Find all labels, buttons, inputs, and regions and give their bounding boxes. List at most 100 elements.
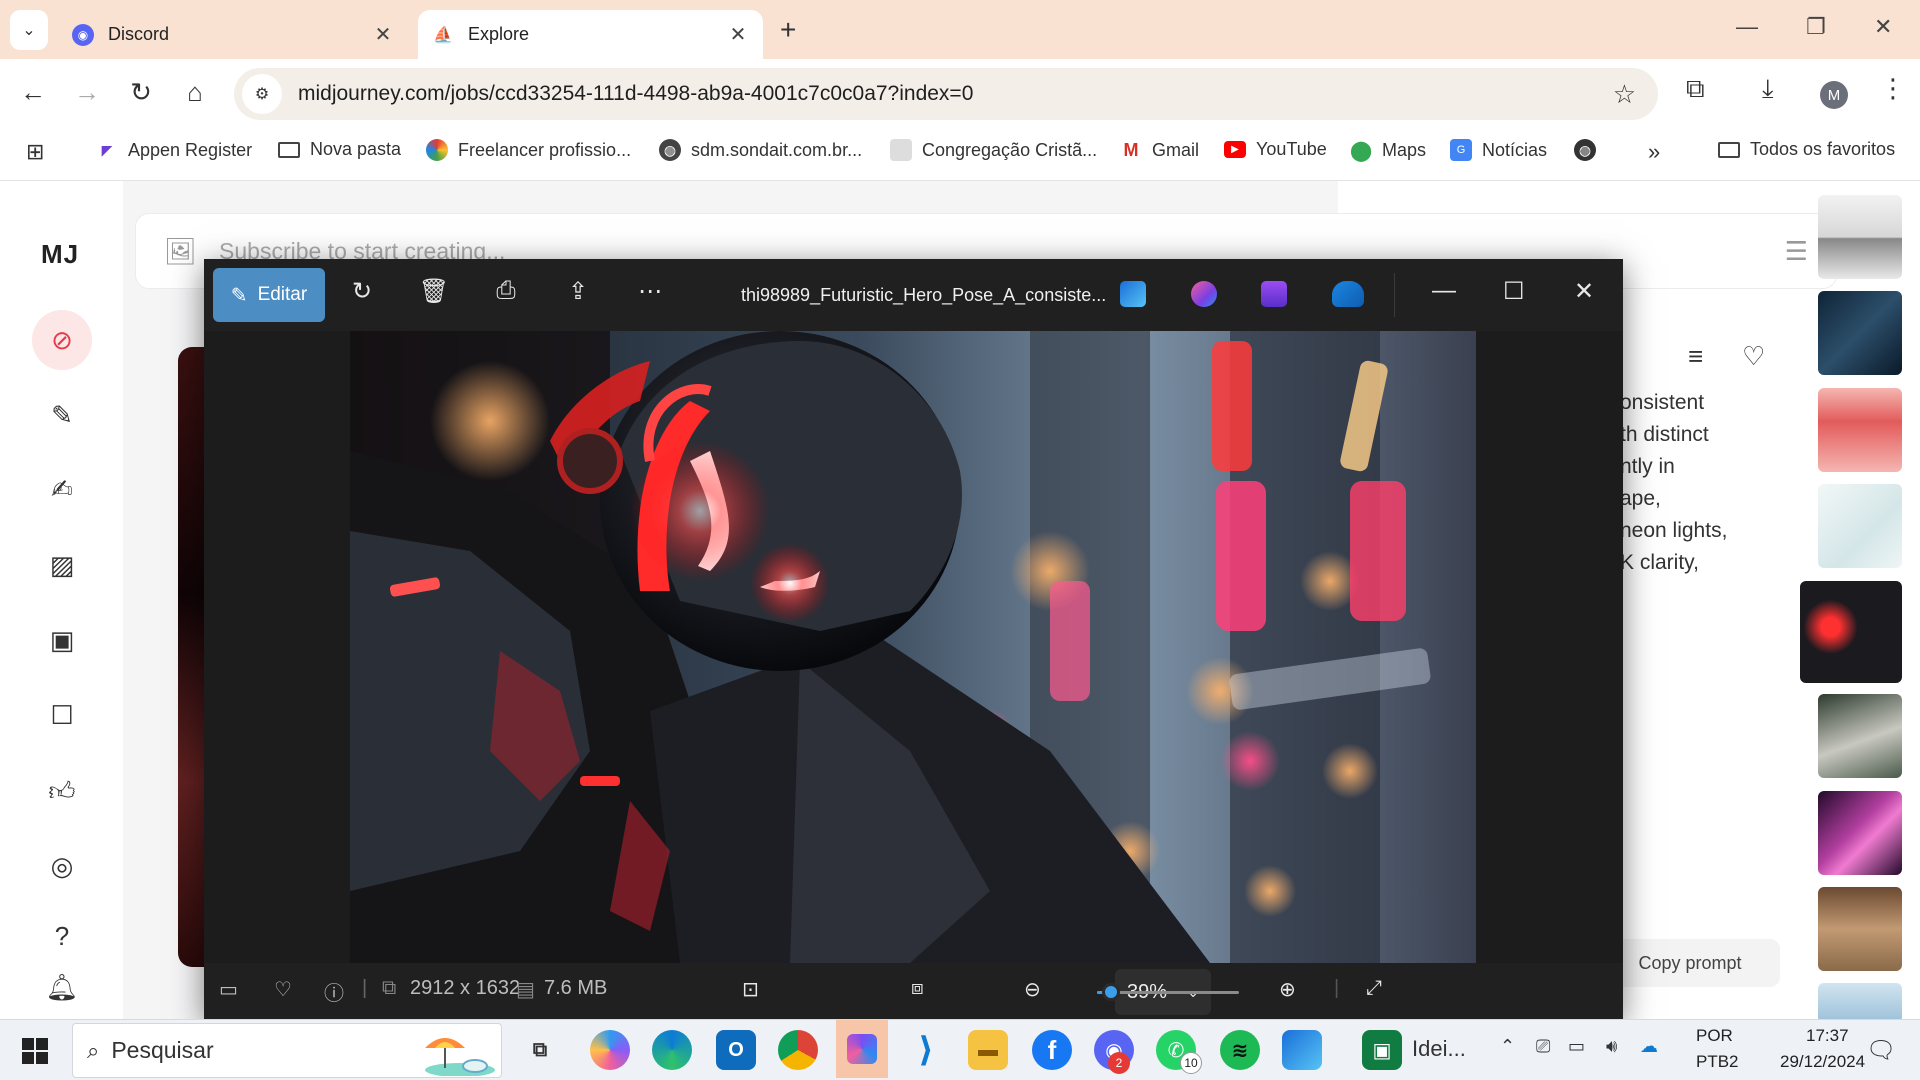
spotify-icon[interactable]: ≋ [1220,1030,1260,1070]
chevron-up-icon[interactable]: ⌃ [1500,1036,1515,1057]
more-bookmarks-icon[interactable]: » [1648,139,1660,165]
rotate-icon[interactable]: ↻ [345,277,379,306]
info-icon[interactable]: ⓘ [324,977,344,1006]
minimize-icon[interactable]: — [1432,277,1456,305]
edit-button[interactable]: ✎ Editar [213,268,325,322]
photos-taskbar-active[interactable] [836,1020,888,1078]
file-explorer-icon[interactable]: ▬ [968,1030,1008,1070]
actual-size-icon[interactable]: ⧈ [911,977,924,1000]
heart-icon[interactable]: ♡ [1742,341,1765,372]
battery-icon[interactable]: ▭ [1568,1036,1585,1057]
url-text[interactable]: midjourney.com/jobs/ccd33254-111d-4498-a… [298,82,1613,106]
bookmark-appen[interactable]: ◤ Appen Register [96,139,252,161]
thumbnail[interactable] [1818,291,1902,375]
filmstrip-icon[interactable]: ▭ [219,977,238,1002]
thumbnail[interactable] [1818,484,1902,568]
vscode-icon[interactable]: ⟩ [906,1030,946,1070]
copy-prompt-button[interactable]: Copy prompt [1600,939,1780,987]
more-menu-icon[interactable]: ⋮ [1880,73,1906,104]
likes-icon[interactable]: 👍︎ [42,771,82,811]
menu-lines-icon[interactable]: ≡ [1688,341,1703,372]
explore-compass-icon[interactable]: ⊘ [32,310,92,370]
zoom-slider[interactable] [1097,983,1239,1001]
thumbnail-selected[interactable] [1800,581,1902,683]
home-icon[interactable]: ⌂ [178,77,212,108]
bookmark-globe[interactable]: ◍ [1574,139,1606,161]
chat-icon[interactable]: ☐ [42,695,82,735]
image-upload-icon[interactable]: 🖼︎ [164,236,197,267]
favorite-heart-icon[interactable]: ♡ [274,977,292,1002]
thumbnail[interactable] [1818,388,1902,472]
clock-date[interactable]: 29/12/2024 [1780,1052,1865,1072]
bookmark-star-icon[interactable]: ☆ [1613,79,1636,110]
notifications-icon[interactable]: 🗨︎ [1866,1036,1896,1065]
bookmark-youtube[interactable]: ▶ YouTube [1224,139,1327,160]
mj-logo[interactable]: MJ [41,239,79,270]
bookmark-noticias[interactable]: G Notícias [1450,139,1547,161]
video-editor-icon[interactable] [1261,281,1287,307]
clipchamp-icon[interactable] [1191,281,1217,307]
thumbnail[interactable] [1818,791,1902,875]
maximize-icon[interactable]: ☐ [1503,277,1525,306]
restore-icon[interactable]: ❐ [1806,14,1826,40]
bookmark-freelancer[interactable]: Freelancer profissio... [426,139,631,161]
chrome-icon[interactable] [778,1030,818,1070]
bell-icon[interactable]: 🔔︎ [42,967,82,1007]
forward-icon[interactable]: → [70,77,104,108]
fullscreen-icon[interactable]: ⤢ [1366,977,1382,1000]
photos-app-icon[interactable] [1120,281,1146,307]
clock-time[interactable]: 17:37 [1806,1026,1849,1046]
taskbar-search[interactable]: ⌕ Pesquisar [72,1023,502,1078]
tab-discord[interactable]: ◉ Discord ✕ [58,10,408,59]
settings-sliders-icon[interactable]: ☰ [1785,236,1808,267]
help-icon[interactable]: ? [42,916,82,956]
close-icon[interactable]: ✕ [1574,277,1594,306]
bookmark-gmail[interactable]: M Gmail [1120,139,1200,161]
gallery-icon[interactable]: ▣ [42,620,82,660]
bookmark-maps[interactable]: ⬤ Maps [1350,139,1426,162]
start-windows-icon[interactable] [22,1038,48,1064]
zoom-in-icon[interactable]: ⊕ [1279,977,1296,1002]
more-options-icon[interactable]: ⋯ [633,277,667,306]
onedrive-off-icon[interactable] [1332,281,1364,307]
meet-icon[interactable]: ⎚ [1536,1036,1550,1057]
all-bookmarks[interactable]: Todos os favoritos [1718,139,1895,160]
bookmark-sdm[interactable]: ◍ sdm.sondait.com.br... [659,139,862,161]
create-brush-icon[interactable]: ✎ [42,395,82,435]
volume-icon[interactable]: 🔊︎ [1606,1036,1617,1057]
profile-icon[interactable]: ◎ [42,846,82,886]
scan-text-icon[interactable]: ⊡ [742,977,759,1002]
facebook-icon[interactable]: f [1032,1030,1072,1070]
edit-icon[interactable]: ✍ [42,469,82,509]
profile-avatar[interactable]: M [1820,81,1848,109]
back-icon[interactable]: ← [16,77,50,108]
outlook-icon[interactable]: O [716,1030,756,1070]
thumbnail[interactable] [1818,195,1902,279]
download-icon[interactable]: ⤓ [1762,73,1774,105]
edge-icon[interactable] [652,1030,692,1070]
displayed-image[interactable] [350,331,1476,963]
share-icon[interactable]: ⇪ [561,277,595,306]
close-window-icon[interactable]: ✕ [1874,14,1892,40]
thumbnail[interactable] [1818,983,1902,1023]
onedrive-icon[interactable]: ☁ [1640,1036,1658,1057]
minimize-icon[interactable]: — [1736,14,1758,40]
close-icon[interactable]: ✕ [727,22,749,47]
excel-icon[interactable]: ▣ [1362,1030,1402,1070]
tab-explore[interactable]: ⛵ Explore ✕ [418,10,763,59]
keyboard-layout[interactable]: PTB2 [1696,1052,1739,1072]
delete-icon[interactable]: 🗑︎ [417,277,451,306]
thumbnail[interactable] [1818,887,1902,971]
pinned-window-label[interactable]: Idei... [1412,1036,1466,1062]
apps-grid-icon[interactable]: ⊞ [26,139,44,165]
new-tab-button[interactable]: + [780,14,796,46]
site-info-icon[interactable]: ⚙ [242,74,282,114]
thumbnail[interactable] [1818,694,1902,778]
extensions-icon[interactable]: ⧉ [1686,73,1705,105]
language-indicator[interactable]: POR [1696,1026,1733,1046]
bookmark-nova-pasta[interactable]: Nova pasta [278,139,401,160]
bookmark-congregacao[interactable]: Congregação Cristã... [890,139,1097,161]
photos-legacy-icon[interactable] [1282,1030,1322,1070]
reload-icon[interactable]: ↻ [124,77,158,108]
zoom-out-icon[interactable]: ⊖ [1024,977,1041,1002]
